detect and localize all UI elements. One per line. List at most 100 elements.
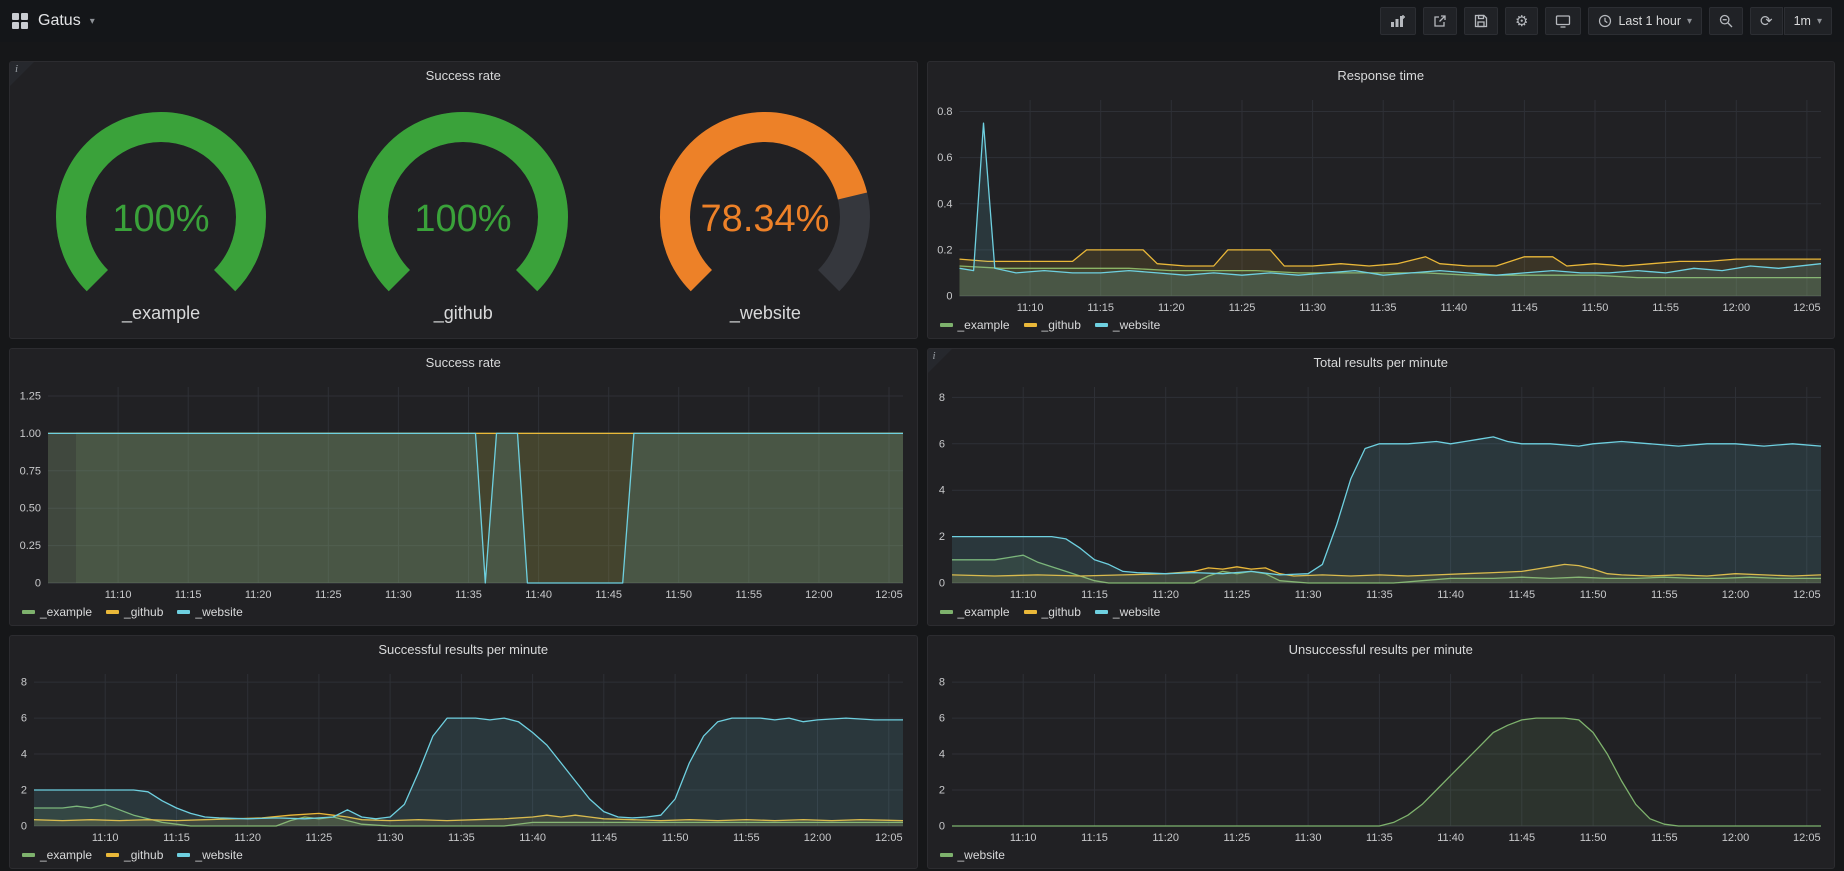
panel-title[interactable]: Successful results per minute [10, 636, 917, 664]
legend-marker [1024, 610, 1037, 614]
legend-label: _github [1042, 605, 1081, 619]
gauge-arc-svg: 100% [313, 105, 613, 301]
gauge-arc-svg: 78.34% [615, 105, 915, 301]
svg-text:11:25: 11:25 [1223, 832, 1250, 844]
svg-text:0: 0 [946, 291, 952, 303]
svg-text:12:05: 12:05 [875, 832, 903, 844]
panel-title[interactable]: Unsuccessful results per minute [928, 636, 1835, 664]
cycle-view-mode-button[interactable] [1545, 7, 1581, 35]
panel-response-time: Response time 00.20.40.60.811:1011:1511:… [927, 61, 1836, 339]
legend-item-_example[interactable]: _example [940, 605, 1010, 619]
svg-text:0.25: 0.25 [20, 540, 41, 552]
response-time-chart[interactable]: 00.20.40.60.811:1011:1511:2011:2511:3011… [928, 90, 1835, 316]
svg-text:11:55: 11:55 [735, 589, 762, 601]
time-range-picker-button[interactable]: Last 1 hour ▾ [1588, 7, 1702, 35]
svg-text:11:15: 11:15 [1081, 832, 1108, 844]
svg-text:11:55: 11:55 [1650, 589, 1677, 601]
add-panel-button[interactable] [1380, 7, 1416, 35]
panel-title[interactable]: Response time [928, 62, 1835, 90]
svg-text:11:45: 11:45 [595, 589, 622, 601]
legend-item-_website[interactable]: _website [1095, 605, 1160, 619]
chart-svg: 00.20.40.60.811:1011:1511:2011:2511:3011… [928, 90, 1835, 316]
unsuccessful-results-chart[interactable]: 0246811:1011:1511:2011:2511:3011:3511:40… [928, 664, 1835, 846]
chart-svg: 0246811:1011:1511:2011:2511:3011:3511:40… [928, 377, 1835, 603]
legend-item-_github[interactable]: _github [106, 848, 163, 862]
svg-text:12:00: 12:00 [804, 832, 832, 844]
svg-text:2: 2 [21, 785, 27, 797]
svg-text:100%: 100% [112, 198, 209, 240]
dashboard-picker-caret-icon[interactable]: ▾ [90, 16, 95, 27]
legend-marker [940, 853, 953, 857]
legend-marker [22, 610, 35, 614]
save-dashboard-button[interactable] [1464, 7, 1498, 35]
svg-text:11:10: 11:10 [1009, 832, 1036, 844]
svg-text:11:30: 11:30 [385, 589, 412, 601]
zoom-out-icon [1719, 14, 1733, 28]
legend-label: _github [124, 605, 163, 619]
refresh-interval-dropdown[interactable]: 1m ▾ [1784, 7, 1832, 35]
svg-text:11:40: 11:40 [519, 832, 546, 844]
legend-item-_example[interactable]: _example [22, 605, 92, 619]
svg-text:0.4: 0.4 [937, 198, 952, 210]
dashboard-settings-button[interactable]: ⚙ [1505, 7, 1538, 35]
svg-text:8: 8 [21, 677, 27, 689]
svg-text:8: 8 [938, 677, 944, 689]
legend-label: _example [958, 318, 1010, 332]
svg-text:12:05: 12:05 [1793, 302, 1821, 314]
svg-text:11:45: 11:45 [1508, 589, 1535, 601]
svg-text:11:30: 11:30 [1299, 302, 1326, 314]
dashboard-title[interactable]: Gatus [38, 12, 81, 30]
panel-title[interactable]: Success rate [10, 349, 917, 377]
zoom-out-time-button[interactable] [1709, 7, 1743, 35]
gear-icon: ⚙ [1515, 14, 1528, 29]
legend-item-_website[interactable]: _website [1095, 318, 1160, 332]
svg-text:0.6: 0.6 [937, 152, 952, 164]
legend-marker [1024, 323, 1037, 327]
svg-text:12:00: 12:00 [805, 589, 833, 601]
legend-item-_github[interactable]: _github [106, 605, 163, 619]
svg-text:11:55: 11:55 [733, 832, 760, 844]
svg-text:11:40: 11:40 [525, 589, 552, 601]
legend-item-_website[interactable]: _website [177, 605, 242, 619]
total-results-chart[interactable]: 0246811:1011:1511:2011:2511:3011:3511:40… [928, 377, 1835, 603]
legend-item-_github[interactable]: _github [1024, 605, 1081, 619]
refresh-button[interactable]: ⟳ [1750, 7, 1783, 35]
svg-text:11:25: 11:25 [306, 832, 333, 844]
successful-results-chart[interactable]: 0246811:1011:1511:2011:2511:3011:3511:40… [10, 664, 917, 846]
legend-item-_github[interactable]: _github [1024, 318, 1081, 332]
legend-item-_website[interactable]: _website [177, 848, 242, 862]
svg-text:0.8: 0.8 [937, 106, 952, 118]
svg-text:2: 2 [938, 531, 944, 543]
svg-text:11:25: 11:25 [1223, 589, 1250, 601]
svg-text:11:55: 11:55 [1652, 302, 1679, 314]
save-icon [1474, 14, 1488, 28]
legend-label: _website [1113, 318, 1160, 332]
panel-info-icon[interactable]: i [10, 62, 34, 86]
chart-svg: 00.250.500.751.001.2511:1011:1511:2011:2… [10, 377, 917, 603]
legend-item-_example[interactable]: _example [940, 318, 1010, 332]
dashboard-grid-icon[interactable] [12, 13, 29, 30]
svg-text:11:40: 11:40 [1437, 589, 1464, 601]
svg-text:12:05: 12:05 [875, 589, 903, 601]
panel-unsuccessful-results: Unsuccessful results per minute 0246811:… [927, 635, 1836, 869]
svg-text:11:30: 11:30 [1294, 589, 1321, 601]
svg-text:11:55: 11:55 [1650, 832, 1677, 844]
panel-title[interactable]: Total results per minute [928, 349, 1835, 377]
svg-text:11:50: 11:50 [662, 832, 689, 844]
legend-label: _website [195, 848, 242, 862]
panel-title[interactable]: Success rate [10, 62, 917, 90]
svg-text:11:25: 11:25 [315, 589, 342, 601]
share-dashboard-button[interactable] [1423, 7, 1457, 35]
legend-item-_example[interactable]: _example [22, 848, 92, 862]
legend-label: _example [40, 605, 92, 619]
panel-successful-results: Successful results per minute 0246811:10… [9, 635, 918, 869]
svg-text:0: 0 [35, 578, 41, 590]
panel-info-icon[interactable]: i [928, 349, 952, 373]
legend-item-_website[interactable]: _website [940, 848, 1005, 862]
success-rate-chart[interactable]: 00.250.500.751.001.2511:1011:1511:2011:2… [10, 377, 917, 603]
gauge-label: _website [730, 303, 801, 324]
legend-marker [106, 853, 119, 857]
gauge-_website: 78.34% _website [615, 105, 915, 324]
legend-marker [940, 610, 953, 614]
legend-label: _example [40, 848, 92, 862]
